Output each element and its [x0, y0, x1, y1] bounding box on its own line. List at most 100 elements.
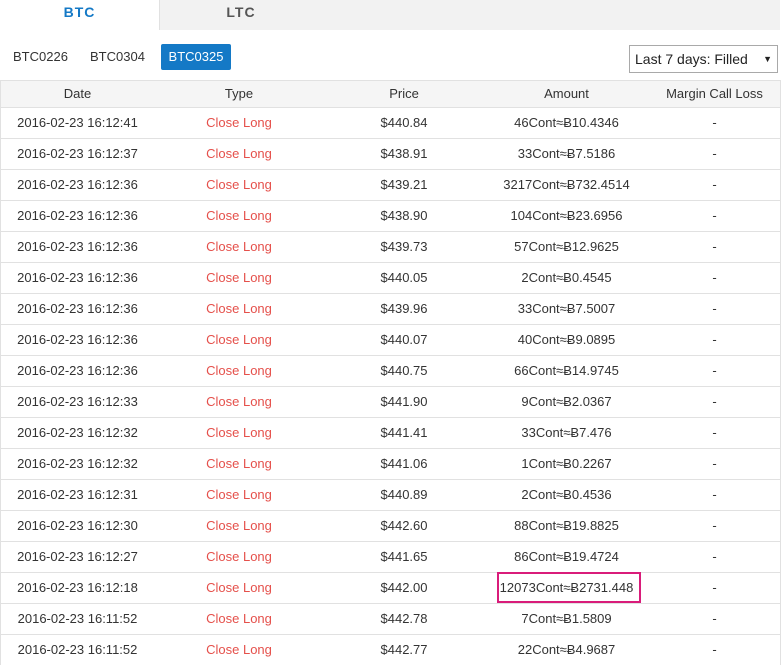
cell-amount: 12073Cont≈Ƀ2731.448 [499, 580, 634, 595]
table-row: 2016-02-23 16:12:41 Close Long $440.84 46Co… [1, 108, 780, 139]
cell-type: Close Long [206, 518, 272, 533]
contract-selector: BTC0226 BTC0304 BTC0325 Last 7 days: Fil… [0, 30, 780, 80]
cell-margin-call-loss: - [712, 239, 717, 254]
cell-date: 2016-02-23 16:12:18 [17, 580, 138, 595]
table-row: 2016-02-23 16:12:18 Close Long $442.00 1207… [1, 573, 780, 604]
cell-date: 2016-02-23 16:11:52 [17, 611, 138, 626]
tab-ltc[interactable]: LTC [161, 0, 321, 31]
cell-type: Close Long [206, 487, 272, 502]
table-row: 2016-02-23 16:12:36 Close Long $439.73 57Co… [1, 232, 780, 263]
cell-margin-call-loss: - [712, 580, 717, 595]
table-row: 2016-02-23 16:12:32 Close Long $441.06 1Con… [1, 449, 780, 480]
cell-type: Close Long [206, 177, 272, 192]
cell-price: $438.90 [380, 208, 428, 223]
cell-amount: 66Cont≈Ƀ14.9745 [514, 363, 619, 378]
table-row: 2016-02-23 16:12:36 Close Long $440.07 40Co… [1, 325, 780, 356]
table-row: 2016-02-23 16:12:30 Close Long $442.60 88Co… [1, 511, 780, 542]
cell-date: 2016-02-23 16:12:37 [17, 146, 138, 161]
cell-price: $439.96 [380, 301, 428, 316]
cell-date: 2016-02-23 16:12:32 [17, 456, 138, 471]
cell-type: Close Long [206, 208, 272, 223]
cell-margin-call-loss: - [712, 332, 717, 347]
cell-margin-call-loss: - [712, 301, 717, 316]
cell-type: Close Long [206, 239, 272, 254]
cell-date: 2016-02-23 16:12:36 [17, 332, 138, 347]
order-history-page: BTC LTC BTC0226 BTC0304 BTC0325 Last 7 d… [0, 0, 783, 665]
cell-margin-call-loss: - [712, 363, 717, 378]
table-row: 2016-02-23 16:12:33 Close Long $441.90 9Con… [1, 387, 780, 418]
cell-price: $438.91 [380, 146, 428, 161]
cell-date: 2016-02-23 16:12:36 [17, 270, 138, 285]
cell-type: Close Long [206, 301, 272, 316]
cell-type: Close Long [206, 146, 272, 161]
table-row: 2016-02-23 16:12:32 Close Long $441.41 33Co… [1, 418, 780, 449]
currency-tabs: BTC LTC [0, 0, 780, 31]
cell-amount: 9Cont≈Ƀ2.0367 [521, 394, 612, 409]
cell-date: 2016-02-23 16:12:36 [17, 301, 138, 316]
cell-type: Close Long [206, 580, 272, 595]
cell-date: 2016-02-23 16:12:32 [17, 425, 138, 440]
cell-amount: 2Cont≈Ƀ0.4545 [521, 270, 612, 285]
cell-margin-call-loss: - [712, 642, 717, 657]
cell-date: 2016-02-23 16:12:27 [17, 549, 138, 564]
cell-price: $442.77 [380, 642, 428, 657]
cell-type: Close Long [206, 456, 272, 471]
cell-margin-call-loss: - [712, 549, 717, 564]
cell-price: $441.06 [380, 456, 428, 471]
cell-amount: 57Cont≈Ƀ12.9625 [514, 239, 619, 254]
table-row: 2016-02-23 16:12:37 Close Long $438.91 33Co… [1, 139, 780, 170]
cell-type: Close Long [206, 115, 272, 130]
cell-price: $440.05 [380, 270, 428, 285]
table-row: 2016-02-23 16:11:52 Close Long $442.77 22Co… [1, 635, 780, 665]
cell-date: 2016-02-23 16:12:31 [17, 487, 138, 502]
tab-btc[interactable]: BTC [0, 0, 160, 31]
cell-type: Close Long [206, 394, 272, 409]
cell-margin-call-loss: - [712, 456, 717, 471]
cell-price: $440.75 [380, 363, 428, 378]
cell-date: 2016-02-23 16:12:41 [17, 115, 138, 130]
table-row: 2016-02-23 16:11:52 Close Long $442.78 7Con… [1, 604, 780, 635]
table-body: 2016-02-23 16:12:41 Close Long $440.84 46Co… [1, 108, 780, 665]
cell-price: $441.65 [380, 549, 428, 564]
cell-price: $442.78 [380, 611, 428, 626]
cell-margin-call-loss: - [712, 394, 717, 409]
cell-date: 2016-02-23 16:12:33 [17, 394, 138, 409]
chevron-down-icon: ▼ [763, 54, 772, 64]
header-amount: Amount [544, 86, 589, 101]
cell-margin-call-loss: - [712, 425, 717, 440]
contract-btc0325-button[interactable]: BTC0325 [161, 44, 231, 70]
cell-date: 2016-02-23 16:12:36 [17, 363, 138, 378]
table-row: 2016-02-23 16:12:27 Close Long $441.65 86Co… [1, 542, 780, 573]
table-row: 2016-02-23 16:12:36 Close Long $440.75 66Co… [1, 356, 780, 387]
cell-amount: 1Cont≈Ƀ0.2267 [521, 456, 612, 471]
cell-price: $440.89 [380, 487, 428, 502]
cell-margin-call-loss: - [712, 115, 717, 130]
time-filter-value: Last 7 days: Filled [635, 51, 748, 67]
table-row: 2016-02-23 16:12:36 Close Long $438.90 104C… [1, 201, 780, 232]
cell-price: $441.41 [380, 425, 428, 440]
cell-type: Close Long [206, 611, 272, 626]
cell-type: Close Long [206, 332, 272, 347]
cell-margin-call-loss: - [712, 146, 717, 161]
cell-amount: 33Cont≈Ƀ7.5186 [517, 146, 616, 161]
cell-amount: 88Cont≈Ƀ19.8825 [514, 518, 619, 533]
table-header: Date Type Price Amount Margin Call Loss [1, 80, 780, 108]
time-filter-select[interactable]: Last 7 days: Filled ▼ [629, 45, 778, 73]
cell-margin-call-loss: - [712, 208, 717, 223]
cell-date: 2016-02-23 16:12:36 [17, 208, 138, 223]
contract-btc0304-button[interactable]: BTC0304 [84, 44, 151, 70]
cell-amount: 40Cont≈Ƀ9.0895 [517, 332, 616, 347]
cell-margin-call-loss: - [712, 487, 717, 502]
cell-price: $440.84 [380, 115, 428, 130]
cell-margin-call-loss: - [712, 518, 717, 533]
cell-date: 2016-02-23 16:12:30 [17, 518, 138, 533]
header-type: Type [224, 86, 254, 101]
table-row: 2016-02-23 16:12:36 Close Long $439.21 3217… [1, 170, 780, 201]
cell-margin-call-loss: - [712, 177, 717, 192]
cell-type: Close Long [206, 642, 272, 657]
contract-btc0226-button[interactable]: BTC0226 [7, 44, 74, 70]
cell-amount: 33Cont≈Ƀ7.5007 [517, 301, 616, 316]
cell-type: Close Long [206, 549, 272, 564]
cell-date: 2016-02-23 16:11:52 [17, 642, 138, 657]
cell-type: Close Long [206, 270, 272, 285]
